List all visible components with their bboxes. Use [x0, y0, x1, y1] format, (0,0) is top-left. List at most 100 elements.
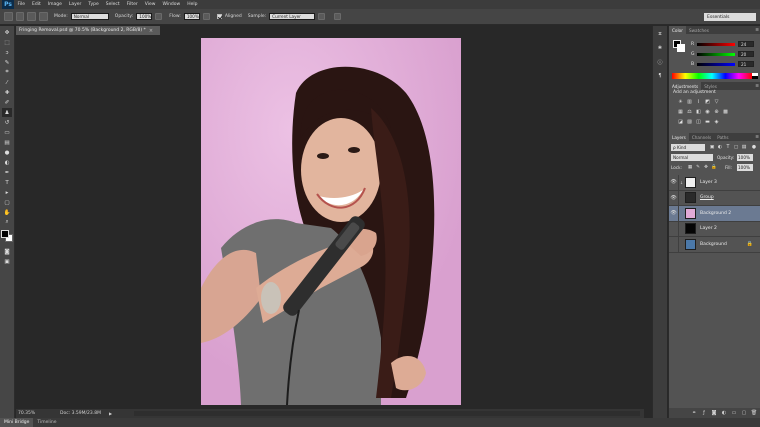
- layer-filter-kind-select[interactable]: ρ Kind: [671, 144, 705, 151]
- red-slider-track[interactable]: [697, 42, 735, 46]
- blend-mode-select[interactable]: Normal: [671, 154, 713, 161]
- tab-swatches[interactable]: Swatches: [686, 26, 712, 34]
- black-white-ramp[interactable]: [752, 73, 758, 79]
- quick-mask-icon[interactable]: ◙: [2, 247, 12, 256]
- flow-field[interactable]: 100%: [183, 13, 200, 20]
- red-slider[interactable]: R 24: [691, 40, 759, 48]
- blue-slider[interactable]: B 21: [691, 60, 759, 68]
- new-layer-icon[interactable]: ▢: [741, 410, 747, 417]
- hue-saturation-icon[interactable]: ▦: [677, 108, 684, 115]
- lock-all-icon[interactable]: 🔒: [711, 164, 717, 171]
- zoom-level-field[interactable]: 70.35%: [16, 411, 38, 416]
- visibility-eye-icon[interactable]: 👁: [669, 205, 679, 221]
- black-white-icon[interactable]: ◧: [695, 108, 702, 115]
- visibility-eye-icon[interactable]: [669, 221, 679, 237]
- gradient-map-icon[interactable]: ▬: [704, 118, 711, 125]
- document-tab[interactable]: Fringing Removal.psd @ 70.5% (Background…: [16, 26, 160, 35]
- healing-tool-icon[interactable]: ✚: [2, 88, 12, 97]
- mode-select[interactable]: Normal: [70, 13, 109, 20]
- color-panel-background[interactable]: [677, 44, 685, 52]
- screen-mode-icon[interactable]: ▣: [2, 257, 12, 266]
- close-icon[interactable]: ×: [149, 28, 153, 34]
- new-group-icon[interactable]: ▭: [731, 410, 737, 417]
- layer-row[interactable]: 👁 ↓ Layer 3: [669, 174, 760, 191]
- eyedropper-tool-icon[interactable]: ⁄: [2, 78, 12, 87]
- curves-icon[interactable]: ⌇: [695, 98, 702, 105]
- ignore-adjustment-layers-icon[interactable]: [318, 13, 326, 20]
- fill-field[interactable]: 100%: [737, 164, 753, 171]
- blue-value-field[interactable]: 21: [738, 61, 754, 67]
- shape-tool-icon[interactable]: ▢: [2, 198, 12, 207]
- brush-tool-icon[interactable]: ✐: [2, 98, 12, 107]
- tab-channels[interactable]: Channels: [689, 133, 714, 141]
- tab-paths[interactable]: Paths: [714, 133, 731, 141]
- gradient-tool-icon[interactable]: ▤: [2, 138, 12, 147]
- zoom-tool-icon[interactable]: ⌕: [2, 218, 12, 227]
- visibility-eye-icon[interactable]: [669, 236, 679, 252]
- color-swatches[interactable]: [1, 230, 13, 242]
- menu-edit[interactable]: Edit: [29, 2, 45, 7]
- menu-file[interactable]: File: [14, 2, 29, 7]
- hand-tool-icon[interactable]: ✋: [2, 208, 12, 217]
- menu-layer[interactable]: Layer: [65, 2, 85, 7]
- panel-menu-icon[interactable]: ≡: [755, 26, 759, 34]
- lasso-tool-icon[interactable]: ↄ: [2, 48, 12, 57]
- layer-style-icon[interactable]: ƒ: [701, 410, 707, 417]
- vibrance-icon[interactable]: ▽: [713, 98, 720, 105]
- brightness-contrast-icon[interactable]: ☀: [677, 98, 684, 105]
- paragraph-panel-icon[interactable]: ¶: [656, 72, 665, 80]
- panel-menu-icon[interactable]: ≡: [755, 82, 759, 90]
- menu-window[interactable]: Window: [159, 2, 184, 7]
- menu-help[interactable]: Help: [184, 2, 201, 7]
- filter-smart-object-icon[interactable]: ▤: [741, 144, 747, 151]
- pen-tool-icon[interactable]: ✒: [2, 168, 12, 177]
- brush-presets-icon[interactable]: ❀: [656, 44, 665, 52]
- clone-stamp-preset-icon[interactable]: [4, 12, 13, 21]
- tab-mini-bridge[interactable]: Mini Bridge: [0, 418, 34, 427]
- document-image[interactable]: [201, 38, 461, 405]
- horizontal-scrollbar[interactable]: [134, 411, 640, 416]
- filter-shape-icon[interactable]: ▢: [733, 144, 739, 151]
- layer-row[interactable]: Layer 2: [669, 221, 760, 237]
- color-lookup-icon[interactable]: ▩: [722, 108, 729, 115]
- info-panel-icon[interactable]: ⓘ: [656, 58, 665, 66]
- lock-position-icon[interactable]: ✥: [703, 164, 709, 171]
- workspace-select[interactable]: Essentials: [704, 13, 756, 21]
- filter-type-icon[interactable]: T: [725, 144, 731, 151]
- menu-view[interactable]: View: [141, 2, 159, 7]
- channel-mixer-icon[interactable]: ⊕: [713, 108, 720, 115]
- eraser-tool-icon[interactable]: ▭: [2, 128, 12, 137]
- blue-slider-track[interactable]: [697, 62, 735, 66]
- status-menu-arrow-icon[interactable]: ▶: [109, 411, 112, 416]
- threshold-icon[interactable]: ◫: [695, 118, 702, 125]
- aligned-checkbox[interactable]: [216, 14, 222, 19]
- crop-tool-icon[interactable]: ⌗: [2, 68, 12, 77]
- new-adjustment-layer-icon[interactable]: ◐: [721, 410, 727, 417]
- photo-filter-icon[interactable]: ◉: [704, 108, 711, 115]
- dodge-tool-icon[interactable]: ◐: [2, 158, 12, 167]
- invert-icon[interactable]: ◪: [677, 118, 684, 125]
- tab-adjustments[interactable]: Adjustments: [669, 82, 702, 90]
- color-spectrum-ramp[interactable]: [672, 73, 752, 79]
- menu-type[interactable]: Type: [85, 2, 102, 7]
- menu-image[interactable]: Image: [44, 2, 65, 7]
- layer-row[interactable]: 👁 Group: [669, 190, 760, 206]
- color-panel-swatches[interactable]: [673, 40, 685, 52]
- brush-panel-toggle-icon[interactable]: [27, 12, 36, 21]
- tab-color[interactable]: Color: [669, 26, 686, 34]
- layer-row[interactable]: 👁 Background 2: [669, 205, 760, 222]
- levels-icon[interactable]: ▥: [686, 98, 693, 105]
- tab-timeline[interactable]: Timeline: [33, 418, 60, 427]
- visibility-eye-icon[interactable]: 👁: [669, 190, 679, 206]
- add-mask-icon[interactable]: ◙: [711, 410, 717, 417]
- green-value-field[interactable]: 20: [738, 51, 754, 57]
- airbrush-icon[interactable]: [202, 13, 210, 20]
- lock-transparent-icon[interactable]: ▦: [687, 164, 693, 171]
- tab-layers[interactable]: Layers: [669, 133, 689, 141]
- panel-menu-icon[interactable]: ≡: [755, 133, 759, 141]
- sample-select[interactable]: Current Layer: [269, 13, 316, 20]
- pressure-opacity-icon[interactable]: [155, 13, 163, 20]
- foreground-color-swatch[interactable]: [1, 230, 9, 238]
- filter-adjustment-icon[interactable]: ◐: [717, 144, 723, 151]
- document-size-info[interactable]: Doc: 3.59M/23.8M: [60, 411, 101, 416]
